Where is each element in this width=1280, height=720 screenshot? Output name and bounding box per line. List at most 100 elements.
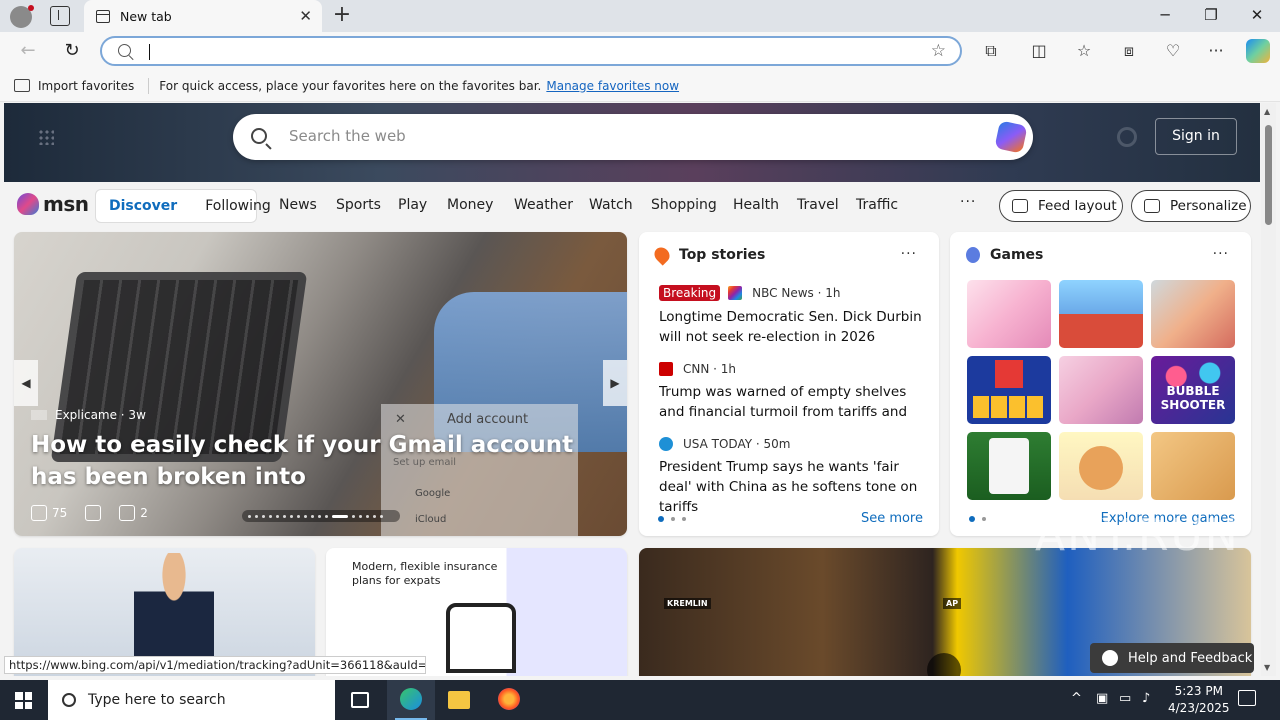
sign-in-button[interactable]: Sign in [1155, 118, 1237, 155]
help-feedback-button[interactable]: Help and Feedback [1090, 643, 1254, 673]
nav-money[interactable]: Money [447, 197, 493, 213]
system-clock[interactable]: 5:23 PM 4/23/2025 [1168, 683, 1230, 717]
thumbs-up-icon[interactable] [31, 505, 47, 521]
tab-new-tab[interactable]: New tab ✕ [84, 0, 322, 32]
person-image [134, 553, 214, 663]
split-screen-icon[interactable]: ◫ [1028, 40, 1050, 62]
card-title: Games [990, 247, 1044, 263]
game-tile[interactable] [1059, 432, 1143, 500]
nav-weather[interactable]: Weather [514, 197, 573, 213]
story-title: Longtime Democratic Sen. Dick Durbin wil… [659, 309, 922, 345]
manage-favorites-link[interactable]: Manage favorites now [546, 79, 679, 93]
tab-following[interactable]: Following [205, 198, 271, 214]
carousel-next-button[interactable]: ▶ [603, 360, 627, 406]
browser-essentials-icon[interactable]: ♡ [1162, 40, 1184, 62]
nav-health[interactable]: Health [733, 197, 779, 213]
personalize-button[interactable]: Personalize [1131, 190, 1251, 222]
game-tile[interactable] [967, 432, 1051, 500]
game-tile[interactable] [967, 280, 1051, 348]
favorites-icon[interactable]: ☆ [1073, 40, 1095, 62]
copilot-icon[interactable] [1246, 39, 1270, 63]
game-tile[interactable] [1059, 280, 1143, 348]
top-stories-card: Top stories ··· Breaking NBC News · 1h L… [639, 232, 939, 536]
nav-traffic[interactable]: Traffic [856, 197, 898, 213]
volume-icon[interactable]: ♪ [1142, 691, 1150, 706]
copilot-icon[interactable] [994, 120, 1028, 154]
minimize-button[interactable]: ─ [1150, 4, 1180, 26]
carousel-prev-button[interactable]: ◀ [14, 360, 38, 406]
card-pager [969, 516, 986, 522]
back-button[interactable]: ← [15, 39, 41, 63]
divider [148, 77, 150, 94]
nav-play[interactable]: Play [398, 197, 427, 213]
network-icon[interactable]: ▭ [1119, 691, 1131, 706]
device-icon[interactable]: ▣ [1096, 691, 1108, 706]
story-item[interactable]: USA TODAY · 50m President Trump says he … [659, 437, 927, 517]
card-more-button[interactable]: ··· [901, 246, 917, 262]
hero-article-card[interactable]: ✕ Add account Set up email Google iCloud… [14, 232, 627, 536]
close-window-button[interactable]: ✕ [1242, 4, 1272, 26]
comment-icon[interactable] [119, 505, 136, 521]
task-view-icon[interactable] [336, 680, 384, 720]
hero-banner: Search the web Sign in [4, 103, 1260, 182]
nav-travel[interactable]: Travel [797, 197, 839, 213]
thumbs-down-icon[interactable] [85, 505, 102, 521]
edge-taskbar-icon[interactable] [387, 680, 435, 720]
nav-news[interactable]: News [279, 197, 317, 213]
address-bar[interactable]: ☆ [100, 36, 962, 66]
notification-icon[interactable] [1238, 690, 1256, 706]
game-tile-label: BUBBLE SHOOTER [1160, 384, 1226, 412]
game-tile[interactable] [967, 356, 1051, 424]
tab-close-button[interactable]: ✕ [299, 7, 312, 25]
feed-layout-button[interactable]: Feed layout [999, 190, 1123, 222]
windows-start-icon[interactable] [15, 692, 32, 709]
nav-shopping[interactable]: Shopping [651, 197, 717, 213]
nav-more-button[interactable]: ··· [960, 194, 976, 210]
story-item[interactable]: CNN · 1h Trump was warned of empty shelv… [659, 362, 927, 422]
scroll-down-icon[interactable]: ▼ [1264, 663, 1270, 672]
image-tag: KREMLIN [664, 598, 711, 609]
sparkle-icon [1144, 199, 1160, 213]
new-tab-button[interactable]: + [332, 4, 352, 26]
taskbar-search[interactable]: Type here to search [48, 680, 335, 720]
show-hidden-icons[interactable]: ^ [1071, 691, 1082, 706]
clock-time: 5:23 PM [1174, 684, 1223, 698]
msn-logo[interactable]: msn [17, 192, 89, 216]
card-more-button[interactable]: ··· [1213, 246, 1229, 262]
nav-watch[interactable]: Watch [589, 197, 633, 213]
favorite-star-icon[interactable]: ☆ [931, 41, 946, 61]
tab-discover[interactable]: Discover [109, 198, 177, 214]
scroll-up-icon[interactable]: ▲ [1264, 107, 1270, 116]
card-title: Top stories [679, 247, 766, 263]
page-scrollbar[interactable]: ▲ ▼ [1261, 103, 1276, 676]
web-search-box[interactable]: Search the web [233, 114, 1033, 160]
game-tile[interactable] [1059, 356, 1143, 424]
settings-more-icon[interactable]: ··· [1205, 40, 1227, 62]
game-tile[interactable] [1151, 432, 1235, 500]
clock-date: 4/23/2025 [1168, 701, 1230, 715]
profile-status-dot [28, 5, 34, 11]
file-explorer-icon[interactable] [435, 680, 483, 720]
image-tag: AP [943, 598, 962, 609]
nav-sports[interactable]: Sports [336, 197, 381, 213]
scroll-thumb[interactable] [1265, 125, 1272, 225]
collections-icon[interactable]: ⧈ [1118, 40, 1140, 62]
gear-icon[interactable] [1117, 127, 1137, 147]
restore-button[interactable]: ❐ [1196, 4, 1226, 26]
help-feedback-label: Help and Feedback [1128, 650, 1253, 666]
text-caret [149, 44, 150, 60]
firefox-icon[interactable] [485, 680, 533, 720]
import-favorites-button[interactable]: Import favorites [38, 79, 134, 93]
extensions-icon[interactable]: ⧉ [980, 40, 1002, 62]
apps-grid-icon[interactable] [38, 129, 54, 145]
refresh-button[interactable]: ↻ [59, 39, 85, 63]
story-item[interactable]: Breaking NBC News · 1h Longtime Democrat… [659, 285, 927, 347]
game-tile[interactable] [1151, 280, 1235, 348]
play-icon[interactable] [927, 653, 961, 676]
tab-actions-icon[interactable] [50, 6, 70, 26]
game-tile[interactable]: BUBBLE SHOOTER [1151, 356, 1235, 424]
see-more-link[interactable]: See more [861, 511, 923, 526]
import-favorites-icon[interactable] [14, 79, 30, 92]
favorites-bar: Import favorites For quick access, place… [0, 70, 1280, 102]
article-headline[interactable]: How to easily check if your Gmail accoun… [31, 429, 611, 493]
